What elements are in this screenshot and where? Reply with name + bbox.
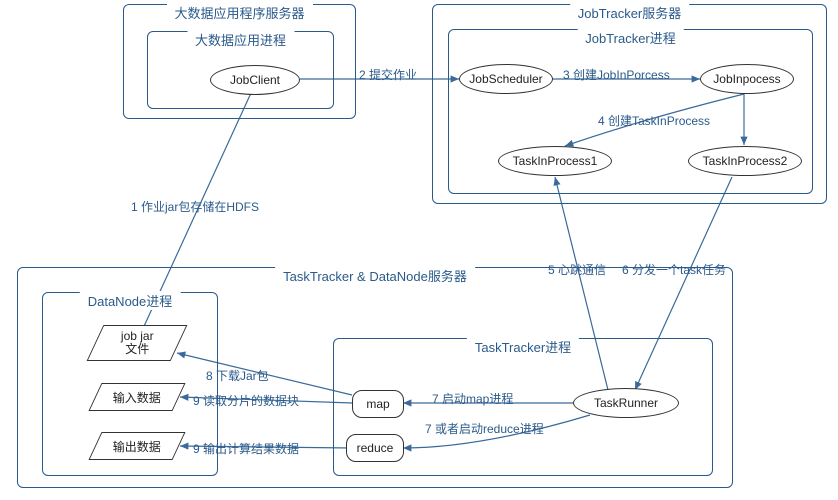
edge-3-label: 3 创建JobInPorcess [563, 66, 670, 83]
jobinprocess-node: JobInpocess [700, 64, 794, 94]
taskinprocess1-label: TaskInProcess1 [513, 154, 598, 168]
taskinprocess2-node: TaskInProcess2 [688, 146, 802, 176]
inputdata-label: 输入数据 [113, 389, 161, 406]
jobtracker-server-title: JobTracker服务器 [570, 3, 690, 22]
outputdata-node: 输出数据 [88, 432, 185, 460]
taskrunner-node: TaskRunner [573, 388, 679, 418]
outputdata-label: 输出数据 [113, 438, 161, 455]
inputdata-node: 输入数据 [88, 383, 185, 411]
edge-2-label: 2 提交作业 [359, 66, 417, 83]
app-process-title: 大数据应用进程 [187, 30, 294, 49]
edge-5-label: 5 心跳通信 [548, 261, 606, 278]
taskinprocess2-label: TaskInProcess2 [703, 154, 788, 168]
edge-9b-label: 9 输出计算结果数据 [193, 440, 299, 457]
jobclient-node: JobClient [210, 65, 300, 95]
jobtracker-process-title: JobTracker进程 [577, 28, 684, 47]
edge-6-label: 6 分发一个task任务 [622, 261, 726, 278]
jobinprocess-label: JobInpocess [713, 72, 780, 86]
jobscheduler-node: JobScheduler [459, 64, 553, 94]
taskinprocess1-node: TaskInProcess1 [498, 146, 612, 176]
tasktracker-process-title: TaskTracker进程 [467, 337, 579, 356]
datanode-process-title: DataNode进程 [80, 291, 181, 310]
map-label: map [366, 397, 389, 411]
edge-7a-label: 7 启动map进程 [432, 390, 513, 407]
edge-1-label: 1 作业jar包存储在HDFS [131, 198, 259, 215]
reduce-node: reduce [346, 434, 404, 462]
jobclient-label: JobClient [230, 73, 280, 87]
jobscheduler-label: JobScheduler [469, 72, 542, 86]
app-server-title: 大数据应用程序服务器 [166, 3, 312, 22]
taskrunner-label: TaskRunner [594, 396, 658, 410]
jobjar-node: job jar 文件 [87, 325, 188, 361]
map-node: map [352, 390, 404, 418]
edge-4-label: 4 创建TaskInProcess [598, 112, 710, 129]
edge-8-label: 8 下载Jar包 [206, 367, 269, 384]
tasktracker-server-title: TaskTracker & DataNode服务器 [275, 266, 475, 285]
jobjar-label: job jar 文件 [121, 330, 154, 356]
edge-7b-label: 7 或者启动reduce进程 [425, 420, 544, 437]
edge-9a-label: 9 读取分片的数据块 [193, 392, 299, 409]
app-server-box: 大数据应用程序服务器 大数据应用进程 [123, 4, 356, 119]
reduce-label: reduce [357, 441, 394, 455]
